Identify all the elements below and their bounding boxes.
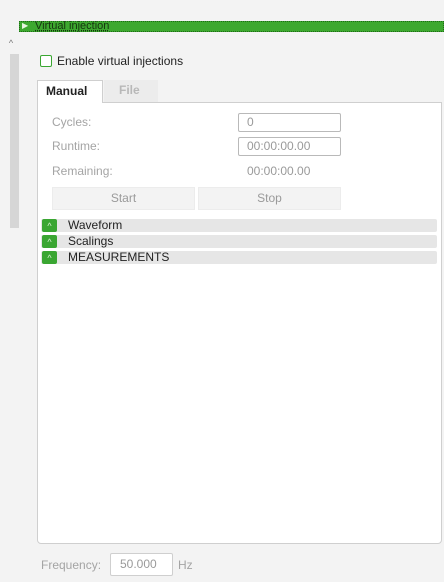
- virtual-injection-window: ^ ▶ Virtual injection Enable virtual inj…: [0, 0, 444, 582]
- chevron-up-icon: ^: [42, 251, 57, 264]
- remaining-label: Remaining:: [52, 164, 113, 178]
- runtime-label: Runtime:: [52, 139, 101, 153]
- section-waveform[interactable]: ^ Waveform: [41, 219, 437, 232]
- cycles-label: Cycles:: [52, 115, 92, 129]
- chevron-up-icon: ^: [42, 219, 57, 232]
- enable-virtual-injections-label: Enable virtual injections: [57, 54, 184, 68]
- section-measurements[interactable]: ^ MEASUREMENTS: [41, 251, 437, 264]
- remaining-value: 00:00:00.00: [247, 164, 311, 178]
- chevron-right-icon: ▶: [22, 21, 29, 30]
- enable-virtual-injections-row[interactable]: Enable virtual injections: [40, 54, 183, 68]
- enable-virtual-injections-checkbox[interactable]: [40, 55, 52, 67]
- manual-panel: Cycles: 0 Runtime: 00:00:00.00 Remaining…: [37, 102, 442, 544]
- section-title: Virtual injection: [35, 20, 110, 32]
- tab-manual[interactable]: Manual: [37, 80, 103, 103]
- frequency-unit: Hz: [178, 558, 193, 572]
- chevron-up-icon: ^: [42, 235, 57, 248]
- section-label: Waveform: [68, 218, 123, 232]
- frequency-label: Frequency:: [41, 558, 102, 572]
- runtime-field: 00:00:00.00: [238, 137, 341, 156]
- stop-button[interactable]: Stop: [198, 187, 341, 210]
- scroll-up-icon[interactable]: ^: [6, 38, 16, 48]
- scrollbar-thumb[interactable]: [10, 54, 19, 228]
- section-header-virtual-injection[interactable]: ▶ Virtual injection: [19, 20, 444, 32]
- start-button[interactable]: Start: [52, 187, 195, 210]
- frequency-input[interactable]: 50.000: [110, 553, 173, 576]
- section-scalings[interactable]: ^ Scalings: [41, 235, 437, 248]
- section-label: MEASUREMENTS: [68, 250, 170, 264]
- tab-file[interactable]: File: [104, 80, 158, 102]
- section-label: Scalings: [68, 234, 114, 248]
- cycles-input[interactable]: 0: [238, 113, 341, 132]
